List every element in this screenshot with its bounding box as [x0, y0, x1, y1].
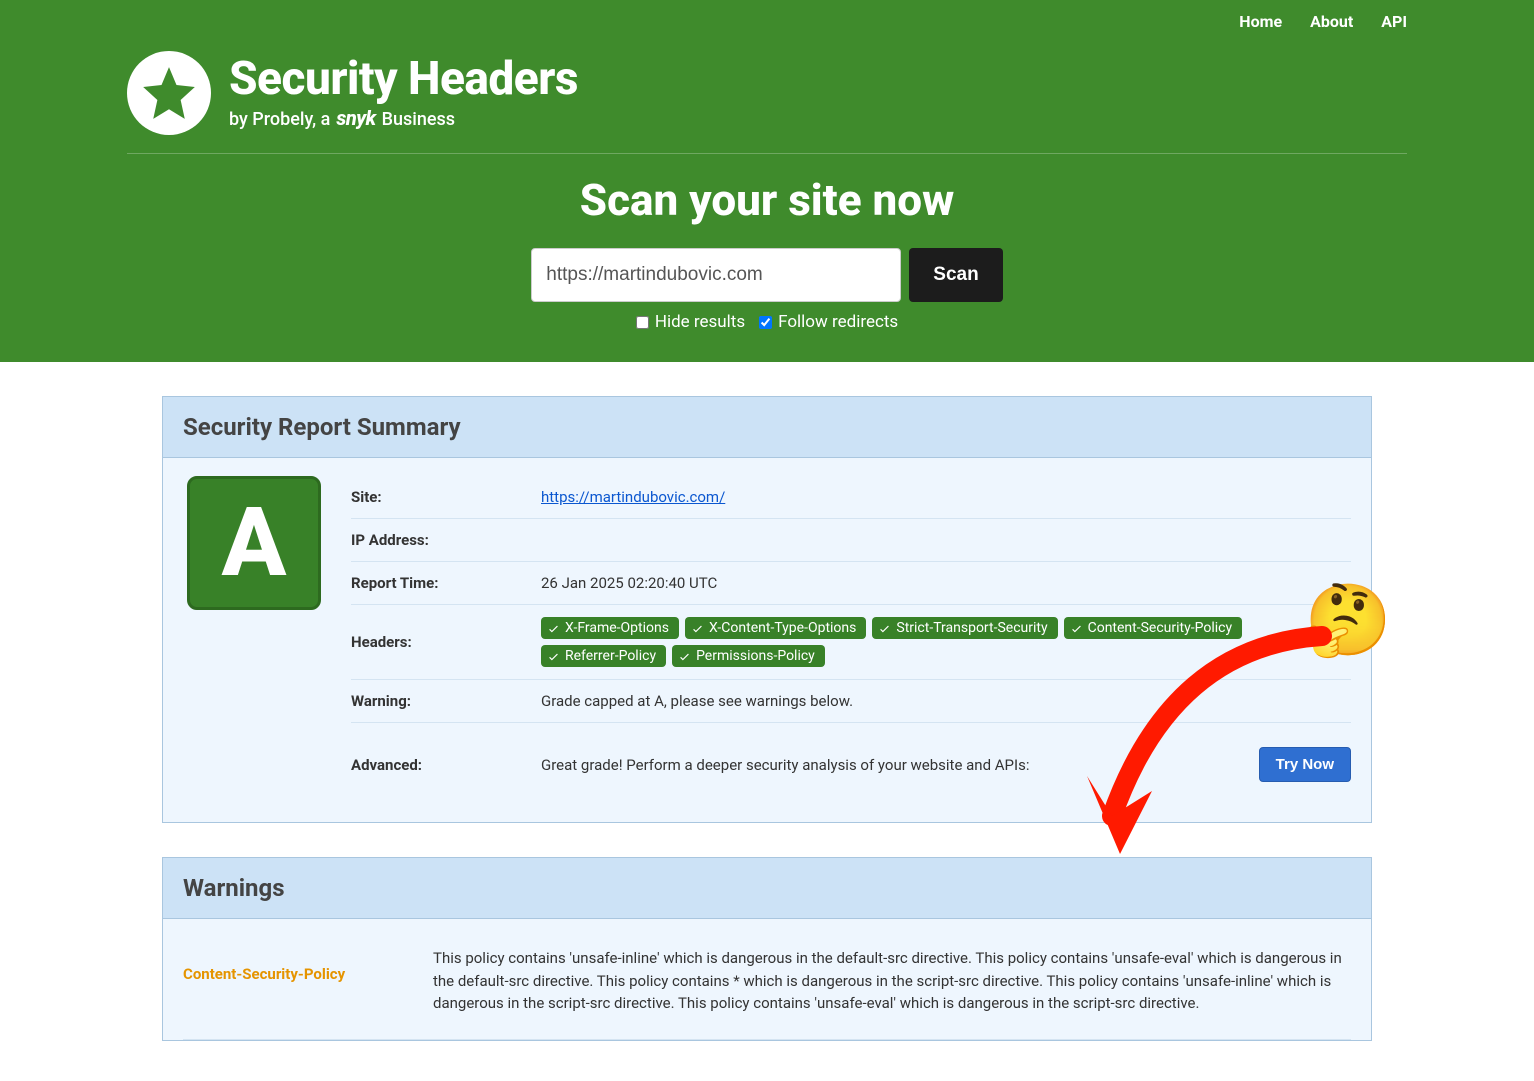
- warnings-body: Content-Security-PolicyThis policy conta…: [163, 919, 1371, 1040]
- header-pill: X-Frame-Options: [541, 617, 679, 639]
- site-label: Site:: [351, 488, 541, 506]
- warning-label: Warning:: [351, 692, 541, 710]
- header-pill: Referrer-Policy: [541, 645, 666, 667]
- logo-row: Security Headers by Probely, a snyk Busi…: [127, 37, 1407, 153]
- warnings-panel: Warnings Content-Security-PolicyThis pol…: [162, 857, 1372, 1041]
- summary-row-warning: Warning: Grade capped at A, please see w…: [351, 680, 1351, 723]
- warnings-panel-title: Warnings: [183, 874, 1351, 902]
- grade-badge: A: [187, 476, 321, 610]
- summary-row-advanced: Advanced: Great grade! Perform a deeper …: [351, 723, 1351, 804]
- advanced-label: Advanced:: [351, 756, 541, 774]
- logo-tagline: by Probely, a snyk Business: [229, 106, 578, 130]
- summary-panel-title: Security Report Summary: [183, 413, 1351, 441]
- hide-results-checkbox[interactable]: [636, 316, 649, 329]
- summary-table: Site: https://martindubovic.com/ IP Addr…: [351, 476, 1351, 804]
- site-link[interactable]: https://martindubovic.com/: [541, 488, 725, 506]
- nav-links: Home About API: [127, 0, 1407, 37]
- hide-results-option[interactable]: Hide results: [636, 312, 745, 332]
- summary-row-site: Site: https://martindubovic.com/: [351, 476, 1351, 519]
- star-icon: [127, 51, 211, 135]
- content-area: Security Report Summary A Site: https://…: [152, 396, 1382, 1041]
- follow-redirects-label: Follow redirects: [778, 312, 898, 332]
- report-time-value: 26 Jan 2025 02:20:40 UTC: [541, 574, 1351, 592]
- scan-title: Scan your site now: [127, 174, 1407, 226]
- warning-row: Content-Security-PolicyThis policy conta…: [183, 919, 1351, 1040]
- scan-form: Scan: [127, 248, 1407, 302]
- scan-options: Hide results Follow redirects: [127, 312, 1407, 332]
- header-pill: Permissions-Policy: [672, 645, 825, 667]
- summary-row-ip: IP Address:: [351, 519, 1351, 562]
- header-pill: Strict-Transport-Security: [872, 617, 1057, 639]
- nav-home[interactable]: Home: [1239, 12, 1282, 31]
- header-pills: X-Frame-Options X-Content-Type-Options Str…: [541, 617, 1351, 667]
- summary-panel: Security Report Summary A Site: https://…: [162, 396, 1372, 823]
- scan-section: Scan your site now Scan Hide results Fol…: [127, 154, 1407, 362]
- grade-letter: A: [222, 495, 287, 591]
- top-banner: Home About API Security Headers by Probe…: [0, 0, 1534, 362]
- nav-api[interactable]: API: [1381, 12, 1407, 31]
- headers-label: Headers:: [351, 633, 541, 651]
- nav-about[interactable]: About: [1310, 12, 1353, 31]
- warning-item-label: Content-Security-Policy: [183, 947, 433, 983]
- warning-item-text: This policy contains 'unsafe-inline' whi…: [433, 947, 1351, 1015]
- warnings-panel-header: Warnings: [163, 858, 1371, 919]
- logo-title: Security Headers: [229, 56, 578, 102]
- summary-row-time: Report Time: 26 Jan 2025 02:20:40 UTC: [351, 562, 1351, 605]
- report-time-label: Report Time:: [351, 574, 541, 592]
- tagline-brand: snyk: [336, 106, 375, 130]
- summary-panel-header: Security Report Summary: [163, 397, 1371, 458]
- header-pill: Content-Security-Policy: [1064, 617, 1243, 639]
- advanced-text: Great grade! Perform a deeper security a…: [541, 756, 1029, 774]
- hide-results-label: Hide results: [655, 312, 745, 332]
- tagline-prefix: by Probely, a: [229, 109, 330, 130]
- tagline-suffix: Business: [382, 109, 455, 130]
- ip-label: IP Address:: [351, 531, 541, 549]
- header-pill: X-Content-Type-Options: [685, 617, 866, 639]
- url-input[interactable]: [531, 248, 901, 302]
- warning-value: Grade capped at A, please see warnings b…: [541, 692, 1351, 710]
- follow-redirects-option[interactable]: Follow redirects: [759, 312, 898, 332]
- try-now-button[interactable]: Try Now: [1259, 747, 1351, 782]
- scan-button[interactable]: Scan: [909, 248, 1002, 302]
- summary-row-headers: Headers: X-Frame-Options X-Content-Type-O…: [351, 605, 1351, 680]
- follow-redirects-checkbox[interactable]: [759, 316, 772, 329]
